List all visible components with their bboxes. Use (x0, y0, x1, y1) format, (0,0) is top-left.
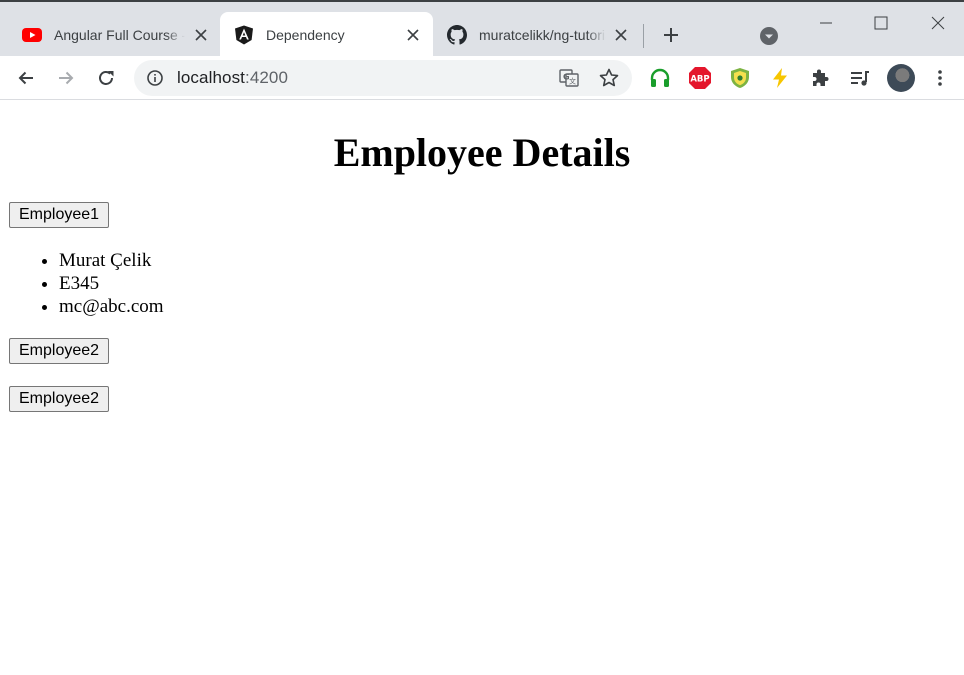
plus-icon (664, 28, 678, 42)
reload-button[interactable] (92, 64, 120, 92)
reload-icon (99, 71, 114, 85)
svg-text:文: 文 (569, 77, 576, 86)
adblock-plus-icon[interactable]: ABP (687, 65, 713, 91)
translate-icon[interactable]: G文 (558, 67, 580, 89)
back-button[interactable] (12, 64, 40, 92)
menu-button[interactable] (926, 64, 954, 92)
tab-dependency[interactable]: Dependency (220, 12, 433, 58)
close-tab-icon[interactable] (193, 27, 208, 43)
github-icon (447, 25, 467, 45)
tab-title: muratcelikk/ng-tutoria (479, 27, 606, 43)
media-queue-icon[interactable] (847, 65, 873, 91)
arrow-right-icon (59, 71, 74, 85)
employee-name: Murat Çelik (59, 249, 164, 272)
close-tab-icon[interactable] (614, 27, 629, 43)
shield-extension-icon[interactable] (727, 65, 753, 91)
youtube-icon (22, 25, 42, 45)
url-text[interactable]: localhost:4200 (177, 68, 288, 88)
lightning-extension-icon[interactable] (767, 65, 793, 91)
bookmark-star-icon[interactable] (598, 67, 620, 89)
employee1-button[interactable]: Employee1 (9, 202, 110, 228)
close-icon (931, 16, 945, 30)
info-icon[interactable] (146, 69, 164, 87)
headphones-extension-icon[interactable] (647, 65, 673, 91)
minimize-button[interactable] (806, 10, 846, 36)
tab-title: Angular Full Course - L (54, 27, 186, 43)
employee2-button[interactable]: Employee2 (9, 338, 110, 364)
angular-icon (234, 25, 254, 45)
minimize-icon (820, 22, 832, 24)
page-title: Employee Details (333, 130, 631, 175)
employee-details-list: Murat Çelik E345 mc@abc.com (0, 249, 164, 318)
employee-email: mc@abc.com (59, 295, 164, 318)
new-tab-button[interactable] (659, 23, 683, 47)
tab-separator (643, 24, 644, 48)
browser-toolbar: localhost:4200 G文 ABP (0, 56, 964, 100)
close-window-button[interactable] (918, 10, 958, 36)
maximize-button[interactable] (861, 10, 901, 36)
close-tab-icon[interactable] (405, 27, 421, 43)
address-bar[interactable]: localhost:4200 G文 (134, 60, 632, 96)
profile-avatar[interactable] (887, 64, 915, 92)
tab-title: Dependency (266, 27, 345, 43)
tab-github[interactable]: muratcelikk/ng-tutoria (433, 12, 641, 58)
employee-id: E345 (59, 272, 164, 295)
arrow-left-icon (18, 71, 33, 85)
maximize-icon (874, 16, 888, 30)
url-port: :4200 (245, 68, 289, 87)
employee2-button-second[interactable]: Employee2 (9, 386, 110, 412)
extensions-puzzle-icon[interactable] (807, 65, 833, 91)
forward-button[interactable] (52, 64, 80, 92)
tab-strip: Angular Full Course - L Dependency murat… (0, 0, 964, 58)
svg-text:ABP: ABP (690, 75, 709, 85)
chevron-down-circle-icon (760, 27, 778, 45)
kebab-menu-icon (938, 70, 942, 86)
tab-angular-course[interactable]: Angular Full Course - L (8, 12, 220, 58)
tab-search-button[interactable] (758, 25, 780, 47)
url-host: localhost (177, 68, 245, 87)
page-content: Employee Details Employee1 Murat Çelik E… (0, 101, 964, 675)
